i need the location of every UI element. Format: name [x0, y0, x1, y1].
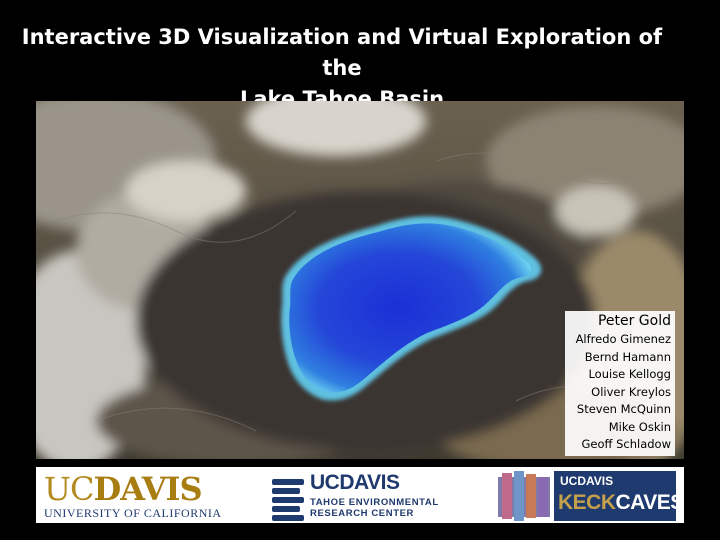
ucdavis-wordmark: UCDAVIS	[44, 470, 203, 508]
ucdavis-subtitle: UNIVERSITY OF CALIFORNIA	[44, 506, 222, 520]
author-name: Oliver Kreylos	[591, 384, 671, 399]
keckcaves-wordmark: KECKCAVES	[558, 491, 684, 514]
keckcaves-emblem-icon	[498, 471, 550, 521]
title-line-1: Interactive 3D Visualization and Virtual…	[21, 25, 663, 80]
author-list: Peter Gold Alfredo Gimenez Bernd Hamann …	[565, 311, 675, 456]
author-name: Steven McQuinn	[576, 402, 671, 416]
author-lead: Peter Gold	[597, 313, 671, 329]
author-name: Geoff Schladow	[581, 437, 672, 451]
author-name: Mike Oskin	[608, 419, 671, 434]
author-name: Louise Kellogg	[588, 367, 671, 381]
terc-wordmark: UCDAVIS	[310, 471, 400, 494]
keck-uc-davis: UCDAVIS	[560, 474, 614, 488]
ucdavis-logo: UCDAVIS UNIVERSITY OF CALIFORNIA	[44, 472, 224, 520]
keckcaves-logo: UCDAVIS KECKCAVES	[498, 471, 684, 521]
terc-name: TAHOE ENVIRONMENTAL RESEARCH CENTER	[310, 497, 439, 519]
terc-logo: UCDAVIS TAHOE ENVIRONMENTAL RESEARCH CEN…	[272, 471, 472, 521]
author-name: Bernd Hamann	[584, 349, 671, 364]
logo-strip: UCDAVIS UNIVERSITY OF CALIFORNIA UCDAVIS…	[36, 467, 684, 523]
author-name: Alfredo Gimenez	[575, 332, 671, 346]
